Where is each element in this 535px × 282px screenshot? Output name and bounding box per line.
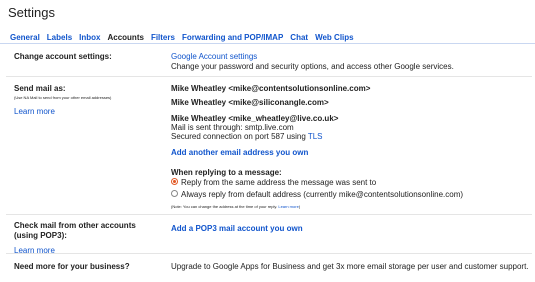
page-title: Settings bbox=[8, 5, 55, 20]
reply-heading: When replying to a message: bbox=[171, 168, 282, 177]
reply-option-default-label: Always reply from default address (curre… bbox=[181, 190, 464, 199]
section-divider bbox=[6, 253, 532, 254]
tab-accounts[interactable]: Accounts bbox=[107, 33, 143, 42]
tab-chat[interactable]: Chat bbox=[290, 33, 308, 42]
reply-option-same-label: Reply from the same address the message … bbox=[181, 178, 377, 187]
business-desc: Upgrade to Google Apps for Business and … bbox=[171, 262, 529, 271]
secured-connection: Secured connection on port 587 using TLS bbox=[171, 132, 323, 142]
settings-tabs: General Labels Inbox Accounts Filters Fo… bbox=[10, 33, 361, 42]
send-address-2: Mike Wheatley <mike@siliconangle.com> bbox=[171, 98, 329, 107]
tab-divider bbox=[0, 43, 535, 44]
google-account-settings-link[interactable]: Google Account settings bbox=[171, 52, 257, 61]
change-account-desc: Change your password and security option… bbox=[171, 62, 454, 71]
change-account-section: Google Account settings Change your pass… bbox=[171, 52, 454, 72]
tab-web-clips[interactable]: Web Clips bbox=[315, 33, 354, 42]
tls-link[interactable]: TLS bbox=[308, 132, 323, 141]
radio-unselected-icon[interactable] bbox=[171, 190, 178, 198]
tab-forwarding[interactable]: Forwarding and POP/IMAP bbox=[182, 33, 283, 42]
tab-inbox[interactable]: Inbox bbox=[79, 33, 100, 42]
tab-labels[interactable]: Labels bbox=[47, 33, 72, 42]
send-mail-label: Send mail as: bbox=[14, 84, 66, 93]
secured-connection-text: Secured connection on port 587 using bbox=[171, 132, 306, 141]
section-divider bbox=[6, 214, 532, 215]
business-label: Need more for your business? bbox=[14, 262, 130, 271]
send-mail-learn-more-link[interactable]: Learn more bbox=[14, 107, 55, 116]
change-account-label: Change account settings: bbox=[14, 52, 112, 61]
send-mail-sublabel: (Use NA Mail to send from your other ema… bbox=[14, 95, 112, 100]
add-email-address-link[interactable]: Add another email address you own bbox=[171, 148, 308, 157]
reply-note: (Note: You can change the address at the… bbox=[171, 202, 300, 212]
check-mail-label-line1: Check mail from other accounts bbox=[14, 221, 136, 230]
send-address-1: Mike Wheatley <mike@contentsolutionsonli… bbox=[171, 84, 371, 93]
add-pop3-account-link[interactable]: Add a POP3 mail account you own bbox=[171, 224, 303, 233]
section-divider bbox=[6, 76, 532, 77]
tab-filters[interactable]: Filters bbox=[151, 33, 175, 42]
reply-note-end: ) bbox=[298, 204, 301, 209]
reply-note-text: (Note: You can change the address at the… bbox=[171, 204, 278, 209]
check-mail-label: Check mail from other accounts (using PO… bbox=[14, 221, 136, 241]
reply-note-learn-more-link[interactable]: Learn more bbox=[278, 204, 298, 209]
radio-selected-icon[interactable] bbox=[171, 178, 178, 186]
tab-general[interactable]: General bbox=[10, 33, 40, 42]
reply-option-default[interactable]: Always reply from default address (curre… bbox=[171, 190, 463, 200]
reply-option-same[interactable]: Reply from the same address the message … bbox=[171, 178, 376, 188]
